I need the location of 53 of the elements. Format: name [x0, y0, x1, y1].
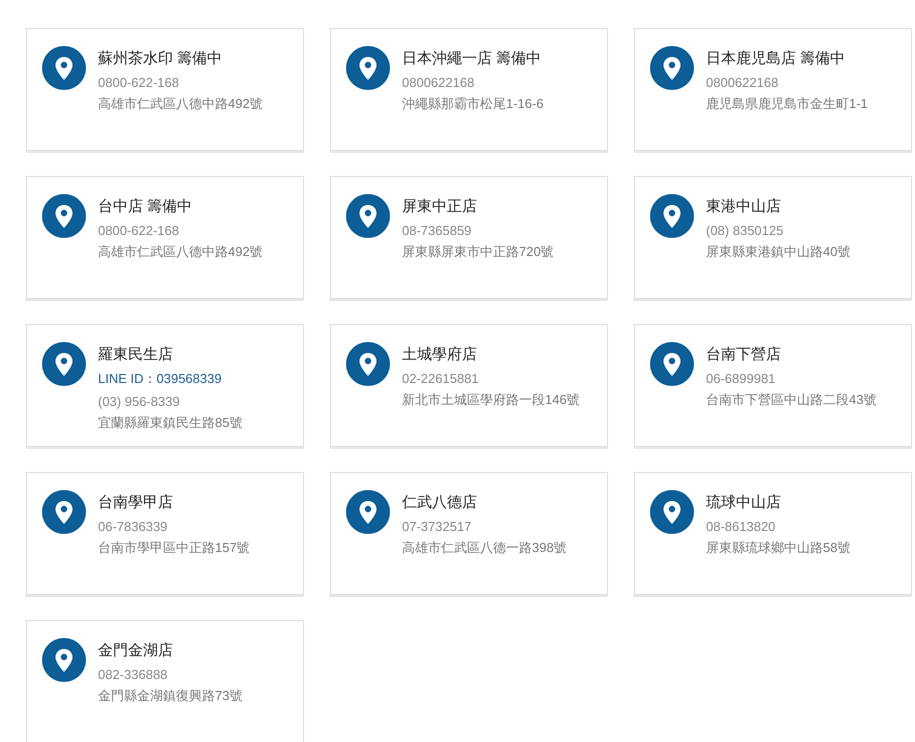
- phone-number: 0800-622-168: [98, 222, 180, 239]
- store-address: 高雄市仁武區八德中路492號: [98, 95, 263, 112]
- phone-number: 0800-622-168: [98, 74, 180, 91]
- store-address: 高雄市仁武區八德中路492號: [98, 243, 263, 260]
- location-pin-icon: [346, 194, 390, 238]
- store-address: 沖繩縣那霸市松尾1-16-6: [402, 95, 544, 112]
- location-pin-icon: [650, 342, 694, 386]
- location-pin-icon: [650, 490, 694, 534]
- store-address: 台南市學甲區中正路157號: [98, 539, 250, 556]
- store-address: 台南市下營區中山路二段43號: [706, 391, 876, 408]
- location-pin-icon: [346, 490, 390, 534]
- store-address: 屏東縣屏東市中正路720號: [402, 243, 554, 260]
- store-name: 台南學甲店: [98, 494, 174, 512]
- location-pin-icon: [42, 194, 86, 238]
- location-pin-icon: [42, 46, 86, 90]
- store-name: 日本鹿児島店 籌備中: [706, 50, 846, 68]
- store-address: 金門縣金湖鎮復興路73號: [98, 687, 242, 704]
- store-address: 新北市土城區學府路一段146號: [402, 391, 580, 408]
- phone-number: 082-336888: [98, 666, 168, 683]
- phone-number: 08-8613820: [706, 518, 776, 535]
- phone-number: (03) 956-8339: [98, 393, 181, 410]
- phone-number: 02-22615881: [402, 370, 480, 387]
- store-address: 屏東縣琉球鄉中山路58號: [706, 539, 850, 556]
- store-name: 羅東民生店: [98, 346, 174, 364]
- store-name: 台中店 籌備中: [98, 198, 194, 216]
- location-pin-icon: [650, 194, 694, 238]
- store-address: 屏東縣東港鎮中山路40號: [706, 243, 850, 260]
- phone-number: 07-3732517: [402, 518, 472, 535]
- store-address: 宜蘭縣羅東鎮民生路85號: [98, 414, 242, 431]
- store-name: 琉球中山店: [706, 494, 782, 512]
- store-name: 土城學府店: [402, 346, 478, 364]
- location-pin-icon: [650, 46, 694, 90]
- location-pin-icon: [42, 638, 86, 682]
- phone-number: 08-7365859: [402, 222, 472, 239]
- phone-number: 06-7836339: [98, 518, 168, 535]
- location-pin-icon: [42, 342, 86, 386]
- phone-number: 0800622168: [402, 74, 476, 91]
- store-name: 台南下營店: [706, 346, 782, 364]
- store-name: 蘇州茶水印 籌備中: [98, 50, 224, 68]
- store-name: 仁武八德店: [402, 494, 478, 512]
- store-name: 東港中山店: [706, 198, 782, 216]
- phone-number: (08) 8350125: [706, 222, 784, 239]
- line-id: LINE ID：039568339: [98, 370, 223, 387]
- store-address: 高雄市仁武區八德一路398號: [402, 539, 567, 556]
- store-name: 日本沖繩一店 籌備中: [402, 50, 542, 68]
- location-pin-icon: [42, 490, 86, 534]
- store-name: 屏東中正店: [402, 198, 478, 216]
- store-name: 金門金湖店: [98, 642, 174, 660]
- store-address: 鹿児島県鹿児島市金生町1-1: [706, 95, 868, 112]
- phone-number: 0800622168: [706, 74, 780, 91]
- phone-number: 06-6899981: [706, 370, 776, 387]
- location-pin-icon: [346, 46, 390, 90]
- location-pin-icon: [346, 342, 390, 386]
